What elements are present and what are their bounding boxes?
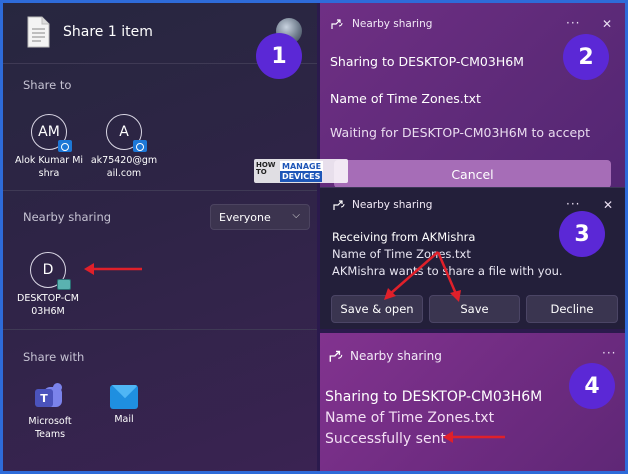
device-icon	[57, 279, 71, 290]
watermark-logo: HOW TO MANAGE DEVICES	[254, 159, 352, 191]
contact-email[interactable]: A ak75420@gmail.com	[89, 114, 159, 180]
red-arrow-icon	[84, 263, 142, 275]
file-name-text: Name of Time Zones.txt	[325, 410, 495, 426]
close-icon[interactable]: ✕	[603, 198, 613, 212]
step-badge-1: 1	[256, 33, 302, 79]
more-options-icon[interactable]: ···	[566, 197, 580, 211]
decline-button[interactable]: Decline	[526, 295, 618, 323]
receiving-from-text: Receiving from AKMishra	[332, 230, 476, 244]
nearby-sharing-label: Nearby sharing	[23, 210, 112, 224]
status-text: Waiting for DESKTOP-CM03H6M to accept	[330, 125, 590, 140]
status-text: Successfully sent	[325, 431, 446, 447]
nearby-device[interactable]: D DESKTOP-CM03H6M	[13, 252, 83, 318]
app-teams[interactable]: T Microsoft Teams	[20, 383, 80, 441]
notification-header: Nearby sharing ··· ✕	[320, 3, 625, 31]
notification-sharing-waiting: Nearby sharing ··· ✕ Sharing to DESKTOP-…	[320, 3, 625, 188]
avatar: AM	[31, 114, 72, 152]
contact-alok[interactable]: AM Alok Kumar Mishra	[14, 114, 84, 180]
nearby-sharing-icon	[331, 19, 343, 29]
notification-title: Nearby sharing	[352, 199, 433, 211]
app-name: Microsoft Teams	[28, 416, 72, 440]
step-badge-2: 2	[563, 34, 609, 80]
more-options-icon[interactable]: ···	[602, 346, 616, 360]
cancel-button[interactable]: Cancel	[334, 160, 611, 188]
contact-name: ak75420@gmail.com	[90, 155, 158, 179]
avatar: D	[30, 252, 71, 290]
nearby-sharing-icon	[329, 350, 343, 362]
app-mail[interactable]: Mail	[94, 385, 154, 426]
notification-header: Nearby sharing ···	[320, 333, 625, 363]
app-name: Mail	[114, 414, 134, 425]
device-name: DESKTOP-CM03H6M	[17, 293, 79, 317]
close-icon[interactable]: ✕	[602, 17, 612, 31]
share-with-label: Share with	[23, 350, 85, 364]
notification-title: Nearby sharing	[350, 349, 442, 363]
sharing-to-text: Sharing to DESKTOP-CM03H6M	[330, 54, 524, 69]
red-arrow-icon	[443, 431, 505, 443]
mail-icon	[110, 385, 138, 409]
outlook-icon	[133, 140, 147, 152]
step-badge-3: 3	[559, 211, 605, 257]
notification-title: Nearby sharing	[352, 18, 433, 30]
nearby-sharing-icon	[333, 200, 345, 210]
dropdown-value: Everyone	[219, 210, 271, 224]
teams-icon: T	[35, 383, 65, 411]
more-options-icon[interactable]: ···	[566, 16, 580, 30]
document-icon	[27, 16, 50, 48]
share-title: Share 1 item	[63, 24, 153, 40]
sharing-to-text: Sharing to DESKTOP-CM03H6M	[325, 389, 543, 405]
share-to-label: Share to	[23, 78, 72, 92]
file-name-text: Name of Time Zones.txt	[330, 91, 481, 106]
chevron-down-icon: ⌵	[292, 210, 300, 221]
nearby-sharing-dropdown[interactable]: Everyone ⌵	[210, 204, 310, 230]
outlook-icon	[58, 140, 72, 152]
divider	[3, 329, 317, 330]
red-arrows-icon	[384, 251, 461, 302]
avatar: A	[106, 114, 147, 152]
step-badge-4: 4	[569, 363, 615, 409]
contact-name: Alok Kumar Mishra	[14, 155, 84, 179]
